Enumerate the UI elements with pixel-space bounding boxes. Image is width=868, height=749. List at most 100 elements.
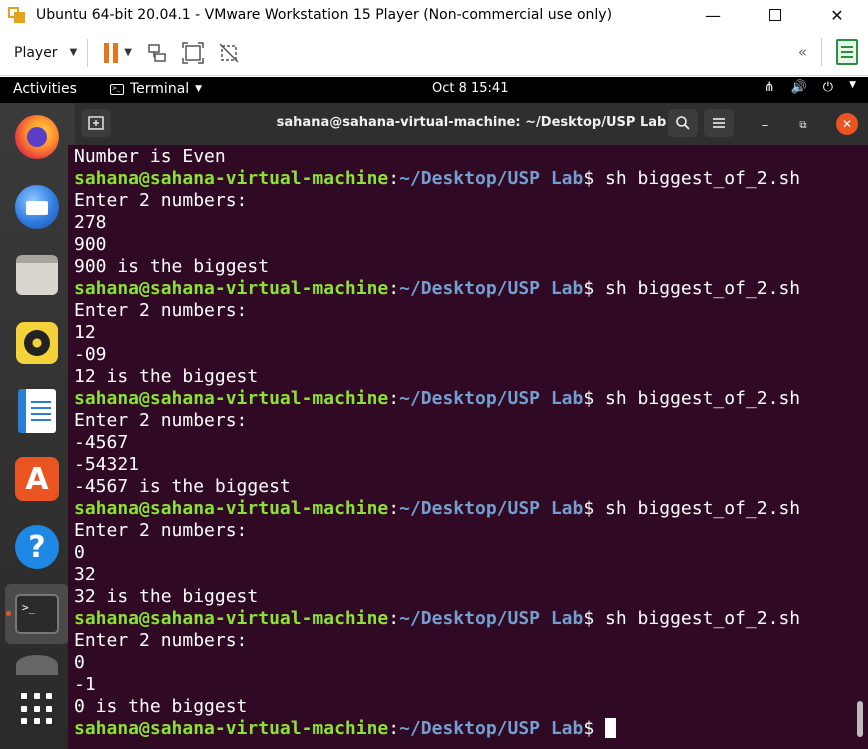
writer-icon: [18, 389, 56, 433]
output-line: 900 is the biggest: [74, 256, 270, 277]
hamburger-menu-button[interactable]: [704, 109, 734, 137]
files-icon: [16, 255, 58, 295]
minimize-icon: –: [761, 117, 769, 133]
chevron-down-icon: ▼: [849, 80, 856, 90]
power-icon: ⏻: [822, 80, 834, 95]
dock-item-firefox[interactable]: [12, 112, 62, 162]
output-line: 32: [74, 564, 96, 585]
prompt-user: sahana@sahana-virtual-machine: [74, 498, 389, 519]
prompt-line: sahana@sahana-virtual-machine:~/Desktop/…: [74, 608, 868, 630]
dock-item-files[interactable]: [12, 250, 62, 300]
search-icon: [676, 116, 690, 130]
rewind-icon[interactable]: «: [798, 43, 807, 61]
rhythmbox-icon: [16, 322, 58, 364]
output-line: Enter 2 numbers:: [74, 630, 248, 651]
show-applications-button[interactable]: [12, 684, 62, 734]
terminal-scrollbar[interactable]: [857, 701, 863, 737]
prompt-user: sahana@sahana-virtual-machine: [74, 388, 389, 409]
output-line: -4567: [74, 432, 129, 453]
command-text: sh biggest_of_2.sh: [605, 608, 801, 629]
prompt-separator: :: [388, 278, 400, 299]
firefox-icon: [15, 115, 59, 159]
prompt-separator: :: [388, 388, 400, 409]
prompt-line: sahana@sahana-virtual-machine:~/Desktop/…: [74, 388, 868, 410]
output-line: -4567 is the biggest: [74, 476, 291, 497]
clock[interactable]: Oct 8 15:41: [432, 81, 508, 96]
player-menu[interactable]: Player ▼: [14, 45, 77, 61]
prompt-path: ~/Desktop/USP Lab: [399, 278, 584, 299]
dock-item-terminal[interactable]: >_: [5, 584, 69, 644]
maximize-button[interactable]: [744, 0, 806, 30]
output-line: 0: [74, 542, 85, 563]
system-tray[interactable]: ⋔ 🔊 ⏻ ▼: [764, 80, 856, 95]
prompt-end: $: [583, 278, 606, 299]
close-icon: ✕: [841, 117, 853, 131]
player-menu-label: Player: [14, 44, 58, 61]
prompt-path: ~/Desktop/USP Lab: [399, 608, 584, 629]
grid-icon: [21, 693, 53, 725]
prompt-end: $: [583, 388, 606, 409]
prompt-user: sahana@sahana-virtual-machine: [74, 608, 389, 629]
terminal-app-icon: >_: [110, 83, 124, 95]
prompt-user: sahana@sahana-virtual-machine: [74, 168, 389, 189]
output-line: Enter 2 numbers:: [74, 300, 248, 321]
vm-title-bar: Ubuntu 64-bit 20.04.1 - VMware Workstati…: [0, 0, 868, 30]
dock-item-writer[interactable]: [12, 386, 62, 436]
network-icon[interactable]: [146, 42, 168, 64]
output-line: Enter 2 numbers:: [74, 190, 248, 211]
close-button[interactable]: ✕: [806, 0, 868, 30]
vmware-logo-icon: [8, 5, 28, 25]
output-line: 12 is the biggest: [74, 366, 259, 387]
thunderbird-icon: [15, 185, 59, 229]
library-icon[interactable]: [836, 39, 858, 65]
store-icon: A: [15, 457, 59, 501]
prompt-path: ~/Desktop/USP Lab: [399, 388, 584, 409]
app-menu-label: Terminal: [130, 81, 190, 97]
network-icon: ⋔: [763, 80, 775, 95]
prompt-path: ~/Desktop/USP Lab: [399, 718, 584, 739]
dock-item-thunderbird[interactable]: [12, 182, 62, 232]
minimize-button[interactable]: —: [682, 0, 744, 30]
power-options-chevron-icon[interactable]: ▼: [124, 47, 132, 58]
dock-item-software[interactable]: A: [12, 454, 62, 504]
help-icon: ?: [15, 525, 59, 569]
close-icon: ✕: [830, 5, 844, 25]
prompt-separator: :: [388, 608, 400, 629]
dock-item-rhythmbox[interactable]: [12, 318, 62, 368]
pause-icon[interactable]: [104, 42, 119, 63]
text-cursor: [605, 718, 617, 738]
output-line: 0: [74, 652, 85, 673]
activities-button[interactable]: Activities: [13, 81, 77, 97]
prompt-end: $: [583, 168, 606, 189]
output-line: 900: [74, 234, 107, 255]
toolbar-divider: [821, 38, 822, 66]
output-line: -1: [74, 674, 96, 695]
output-line: Enter 2 numbers:: [74, 410, 248, 431]
chevron-down-icon: ▼: [69, 47, 78, 58]
prompt-end: $: [583, 498, 606, 519]
prompt-path: ~/Desktop/USP Lab: [399, 498, 584, 519]
chevron-down-icon: ▼: [195, 84, 203, 94]
unity-icon[interactable]: [218, 42, 240, 64]
maximize-icon: [769, 9, 781, 21]
volume-icon: 🔊: [790, 80, 807, 95]
fit-guest-icon[interactable]: [182, 41, 204, 64]
gnome-top-bar: Activities >_ Terminal ▼ Oct 8 15:41 ⋔ 🔊…: [0, 77, 868, 103]
prompt-separator: :: [388, 168, 400, 189]
prompt-end: $: [583, 608, 606, 629]
output-line: 32 is the biggest: [74, 586, 259, 607]
terminal-title: sahana@sahana-virtual-machine: ~/Desktop…: [276, 115, 667, 130]
terminal-minimize-button[interactable]: –: [753, 113, 777, 137]
prompt-line: sahana@sahana-virtual-machine:~/Desktop/…: [74, 278, 868, 300]
terminal-restore-button[interactable]: ⧉: [791, 113, 815, 137]
prompt-separator: :: [388, 498, 400, 519]
output-line: 12: [74, 322, 96, 343]
output-line: -54321: [74, 454, 140, 475]
terminal-close-button[interactable]: ✕: [836, 113, 858, 135]
dock-item-help[interactable]: ?: [12, 522, 62, 572]
app-menu[interactable]: >_ Terminal ▼: [110, 81, 202, 97]
search-button[interactable]: [668, 109, 698, 137]
terminal-output[interactable]: Number is Even sahana@sahana-virtual-mach…: [68, 145, 868, 749]
app-icon: [16, 655, 58, 675]
vm-toolbar: Player ▼ ▼ «: [0, 30, 868, 76]
